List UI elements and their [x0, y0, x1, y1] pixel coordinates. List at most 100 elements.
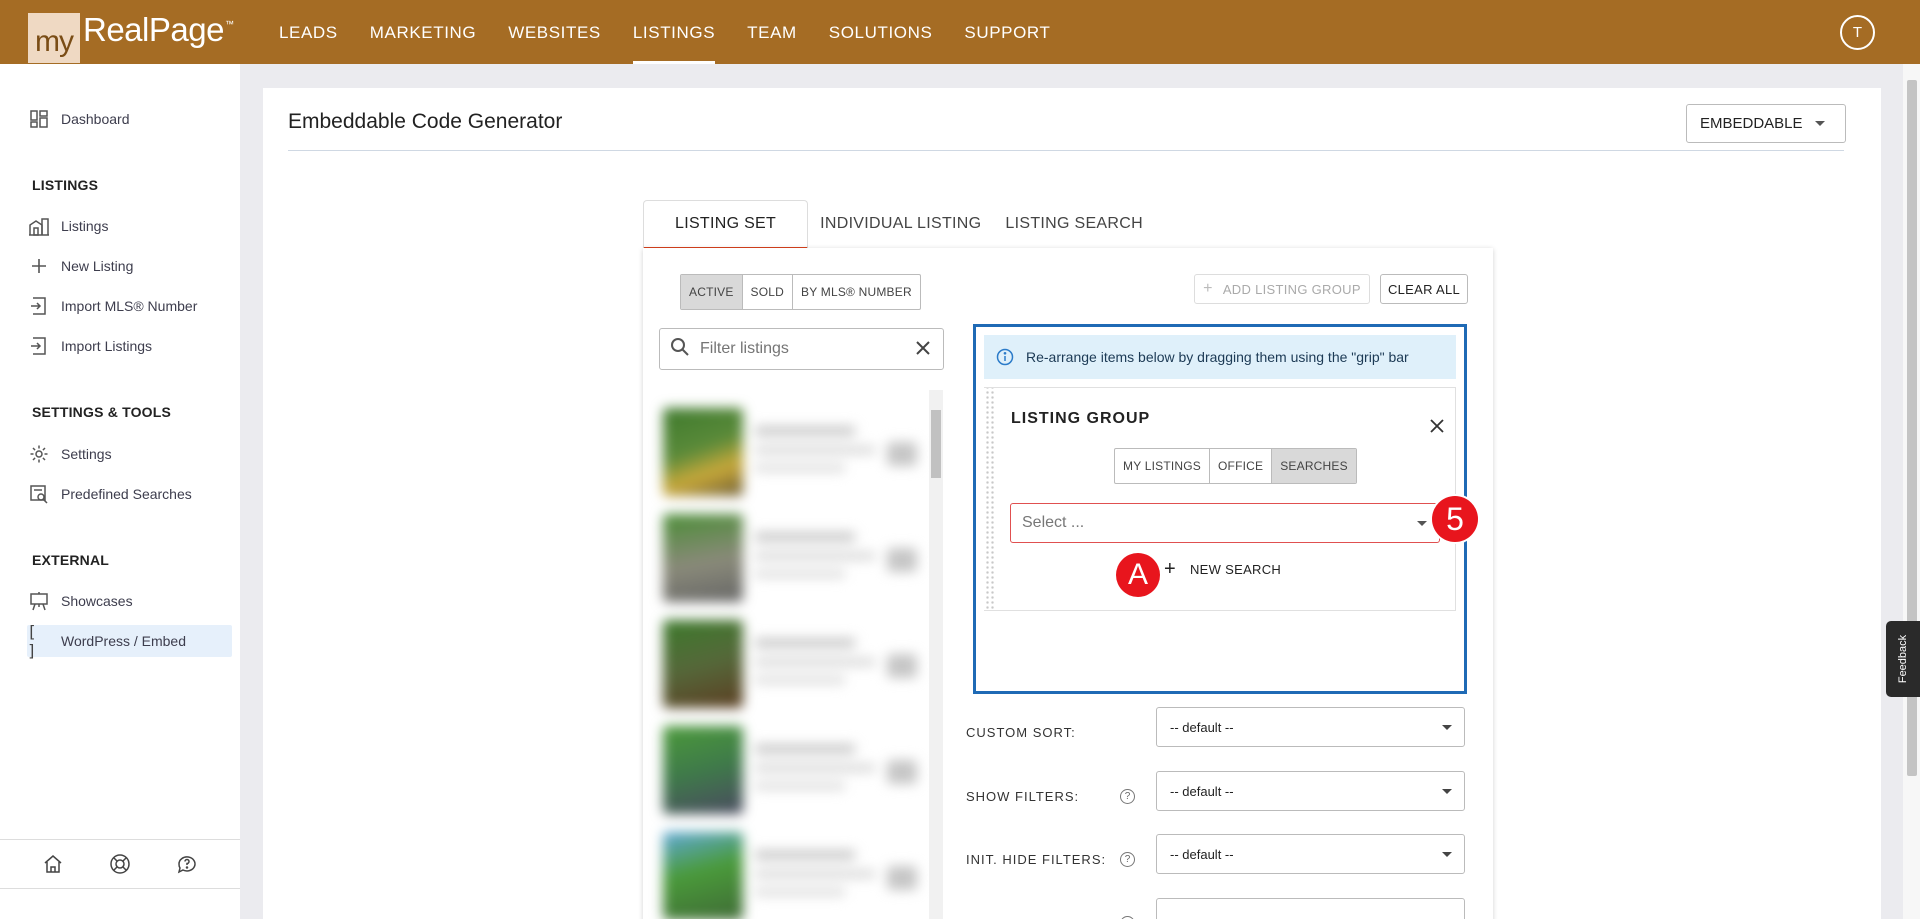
segment-by-mls-number[interactable]: BY MLS® NUMBER [792, 275, 920, 309]
sidebar-item-label: WordPress / Embed [61, 633, 187, 649]
main-card: Embeddable Code Generator EMBEDDABLE LIS… [263, 88, 1881, 919]
search-select[interactable]: Select ... [1010, 503, 1440, 543]
status-segment: ACTIVE SOLD BY MLS® NUMBER [680, 274, 921, 310]
close-icon[interactable] [1429, 418, 1445, 439]
user-avatar[interactable]: T [1840, 15, 1875, 50]
buildings-icon [27, 214, 51, 238]
plus-icon: + [1203, 280, 1213, 297]
plus-icon [27, 254, 51, 278]
add-listing-group-button[interactable]: + ADD LISTING GROUP [1194, 274, 1370, 304]
grip-handle[interactable] [984, 388, 996, 610]
init-hide-filters-select[interactable]: -- default -- [1156, 834, 1465, 874]
sidebar-item-predefined-searches[interactable]: Predefined Searches [27, 478, 232, 510]
chat-help-icon[interactable] [173, 850, 201, 878]
segment-active[interactable]: ACTIVE [681, 275, 742, 309]
generator-tabs: LISTING SET INDIVIDUAL LISTING LISTING S… [643, 200, 1155, 250]
show-filters-value: -- default -- [1170, 783, 1234, 799]
plus-icon: + [1164, 557, 1176, 580]
clear-all-button[interactable]: CLEAR ALL [1380, 274, 1468, 304]
chevron-down-icon [1442, 789, 1452, 794]
page-title: Embeddable Code Generator [288, 110, 563, 133]
close-icon[interactable] [913, 338, 933, 363]
search-select-placeholder: Select ... [1022, 514, 1085, 531]
list-item[interactable] [655, 514, 935, 604]
import-icon [27, 334, 51, 358]
show-filters-label: SHOW FILTERS: [966, 789, 1080, 804]
sidebar-item-import-mls[interactable]: Import MLS® Number [27, 290, 232, 322]
listing-set-panel: ACTIVE SOLD BY MLS® NUMBER Filter listin… [643, 248, 1493, 919]
info-icon [996, 348, 1014, 366]
myrealpage-logo[interactable]: my RealPage ™ [28, 11, 234, 63]
sidebar-item-label: Listings [61, 218, 109, 234]
list-item[interactable] [655, 620, 935, 710]
main-nav: LEADS MARKETING WEBSITES LISTINGS TEAM S… [263, 0, 1066, 64]
custom-sort-select[interactable]: -- default -- [1156, 707, 1465, 747]
nav-team[interactable]: TEAM [731, 0, 813, 64]
init-hide-filters-label: INIT. HIDE FILTERS: [966, 852, 1107, 867]
listing-group-title: LISTING GROUP [1011, 410, 1151, 427]
home-icon[interactable] [39, 850, 67, 878]
logo-main: RealPage [83, 11, 224, 48]
filter-listings-field [659, 328, 944, 370]
listing-results [643, 388, 943, 919]
nav-support[interactable]: SUPPORT [948, 0, 1066, 64]
segment-my-listings[interactable]: MY LISTINGS [1115, 449, 1209, 483]
next-option-select[interactable] [1156, 898, 1465, 919]
segment-office[interactable]: OFFICE [1209, 449, 1271, 483]
sidebar-item-import-listings[interactable]: Import Listings [27, 330, 232, 362]
nav-marketing[interactable]: MARKETING [354, 0, 492, 64]
list-item[interactable] [655, 408, 935, 498]
listing-group-card: LISTING GROUP MY LISTINGS OFFICE SEARCHE… [984, 387, 1456, 611]
sidebar-item-label: Import MLS® Number [61, 298, 198, 314]
feedback-label: Feedback [1897, 634, 1909, 684]
sidebar-item-label: Import Listings [61, 338, 153, 354]
dashboard-icon [27, 107, 51, 131]
sidebar-item-dashboard[interactable]: Dashboard [27, 103, 232, 135]
sidebar-item-label: Showcases [61, 593, 133, 609]
lifebuoy-icon[interactable] [106, 850, 134, 878]
chevron-down-icon [1814, 121, 1825, 126]
sidebar-item-showcases[interactable]: Showcases [27, 585, 232, 617]
listing-groups-container: Re-arrange items below by dragging them … [973, 324, 1467, 694]
sidebar-item-wordpress-embed[interactable]: [ ] WordPress / Embed [27, 622, 232, 660]
sidebar-item-label: Dashboard [61, 111, 130, 127]
tab-listing-set[interactable]: LISTING SET [643, 200, 809, 250]
nav-leads[interactable]: LEADS [263, 0, 354, 64]
tab-listing-search[interactable]: LISTING SEARCH [993, 200, 1155, 250]
embed-mode-value: EMBEDDABLE [1700, 115, 1803, 132]
new-search-button[interactable]: + NEW SEARCH [1164, 553, 1281, 585]
sidebar-section-external: EXTERNAL [32, 552, 110, 568]
brackets-icon: [ ] [27, 622, 37, 660]
step-marker: 5 [1432, 496, 1478, 542]
nav-websites[interactable]: WEBSITES [492, 0, 617, 64]
feedback-tab[interactable]: Feedback [1886, 621, 1920, 697]
nav-listings[interactable]: LISTINGS [617, 0, 731, 64]
help-icon[interactable]: ? [1120, 852, 1135, 867]
sidebar-item-label: Settings [61, 446, 112, 462]
sidebar-item-listings[interactable]: Listings [27, 210, 232, 242]
annotation-marker: A [1116, 553, 1160, 597]
sidebar-section-settings: SETTINGS & TOOLS [32, 404, 172, 420]
help-icon[interactable]: ? [1120, 789, 1135, 804]
filter-listings-input[interactable] [700, 340, 900, 358]
results-scrollbar-thumb[interactable] [931, 410, 941, 478]
segment-sold[interactable]: SOLD [741, 275, 792, 309]
list-item[interactable] [655, 726, 935, 816]
chevron-down-icon [1417, 521, 1427, 526]
sidebar: Dashboard LISTINGS Listings New Listing … [0, 64, 240, 919]
nav-solutions[interactable]: SOLUTIONS [813, 0, 949, 64]
chevron-down-icon [1442, 725, 1452, 730]
logo-trademark: ™ [224, 19, 234, 29]
custom-sort-value: -- default -- [1170, 719, 1234, 735]
segment-searches[interactable]: SEARCHES [1271, 449, 1356, 483]
search-list-icon [27, 482, 51, 506]
embed-mode-select[interactable]: EMBEDDABLE [1686, 104, 1846, 143]
info-message: Re-arrange items below by dragging them … [984, 335, 1456, 379]
show-filters-select[interactable]: -- default -- [1156, 771, 1465, 811]
list-item[interactable] [655, 832, 935, 919]
sidebar-item-new-listing[interactable]: New Listing [27, 250, 232, 282]
tab-individual-listing[interactable]: INDIVIDUAL LISTING [808, 200, 993, 250]
search-icon [670, 337, 690, 362]
sidebar-item-settings[interactable]: Settings [27, 438, 232, 470]
import-icon [27, 294, 51, 318]
